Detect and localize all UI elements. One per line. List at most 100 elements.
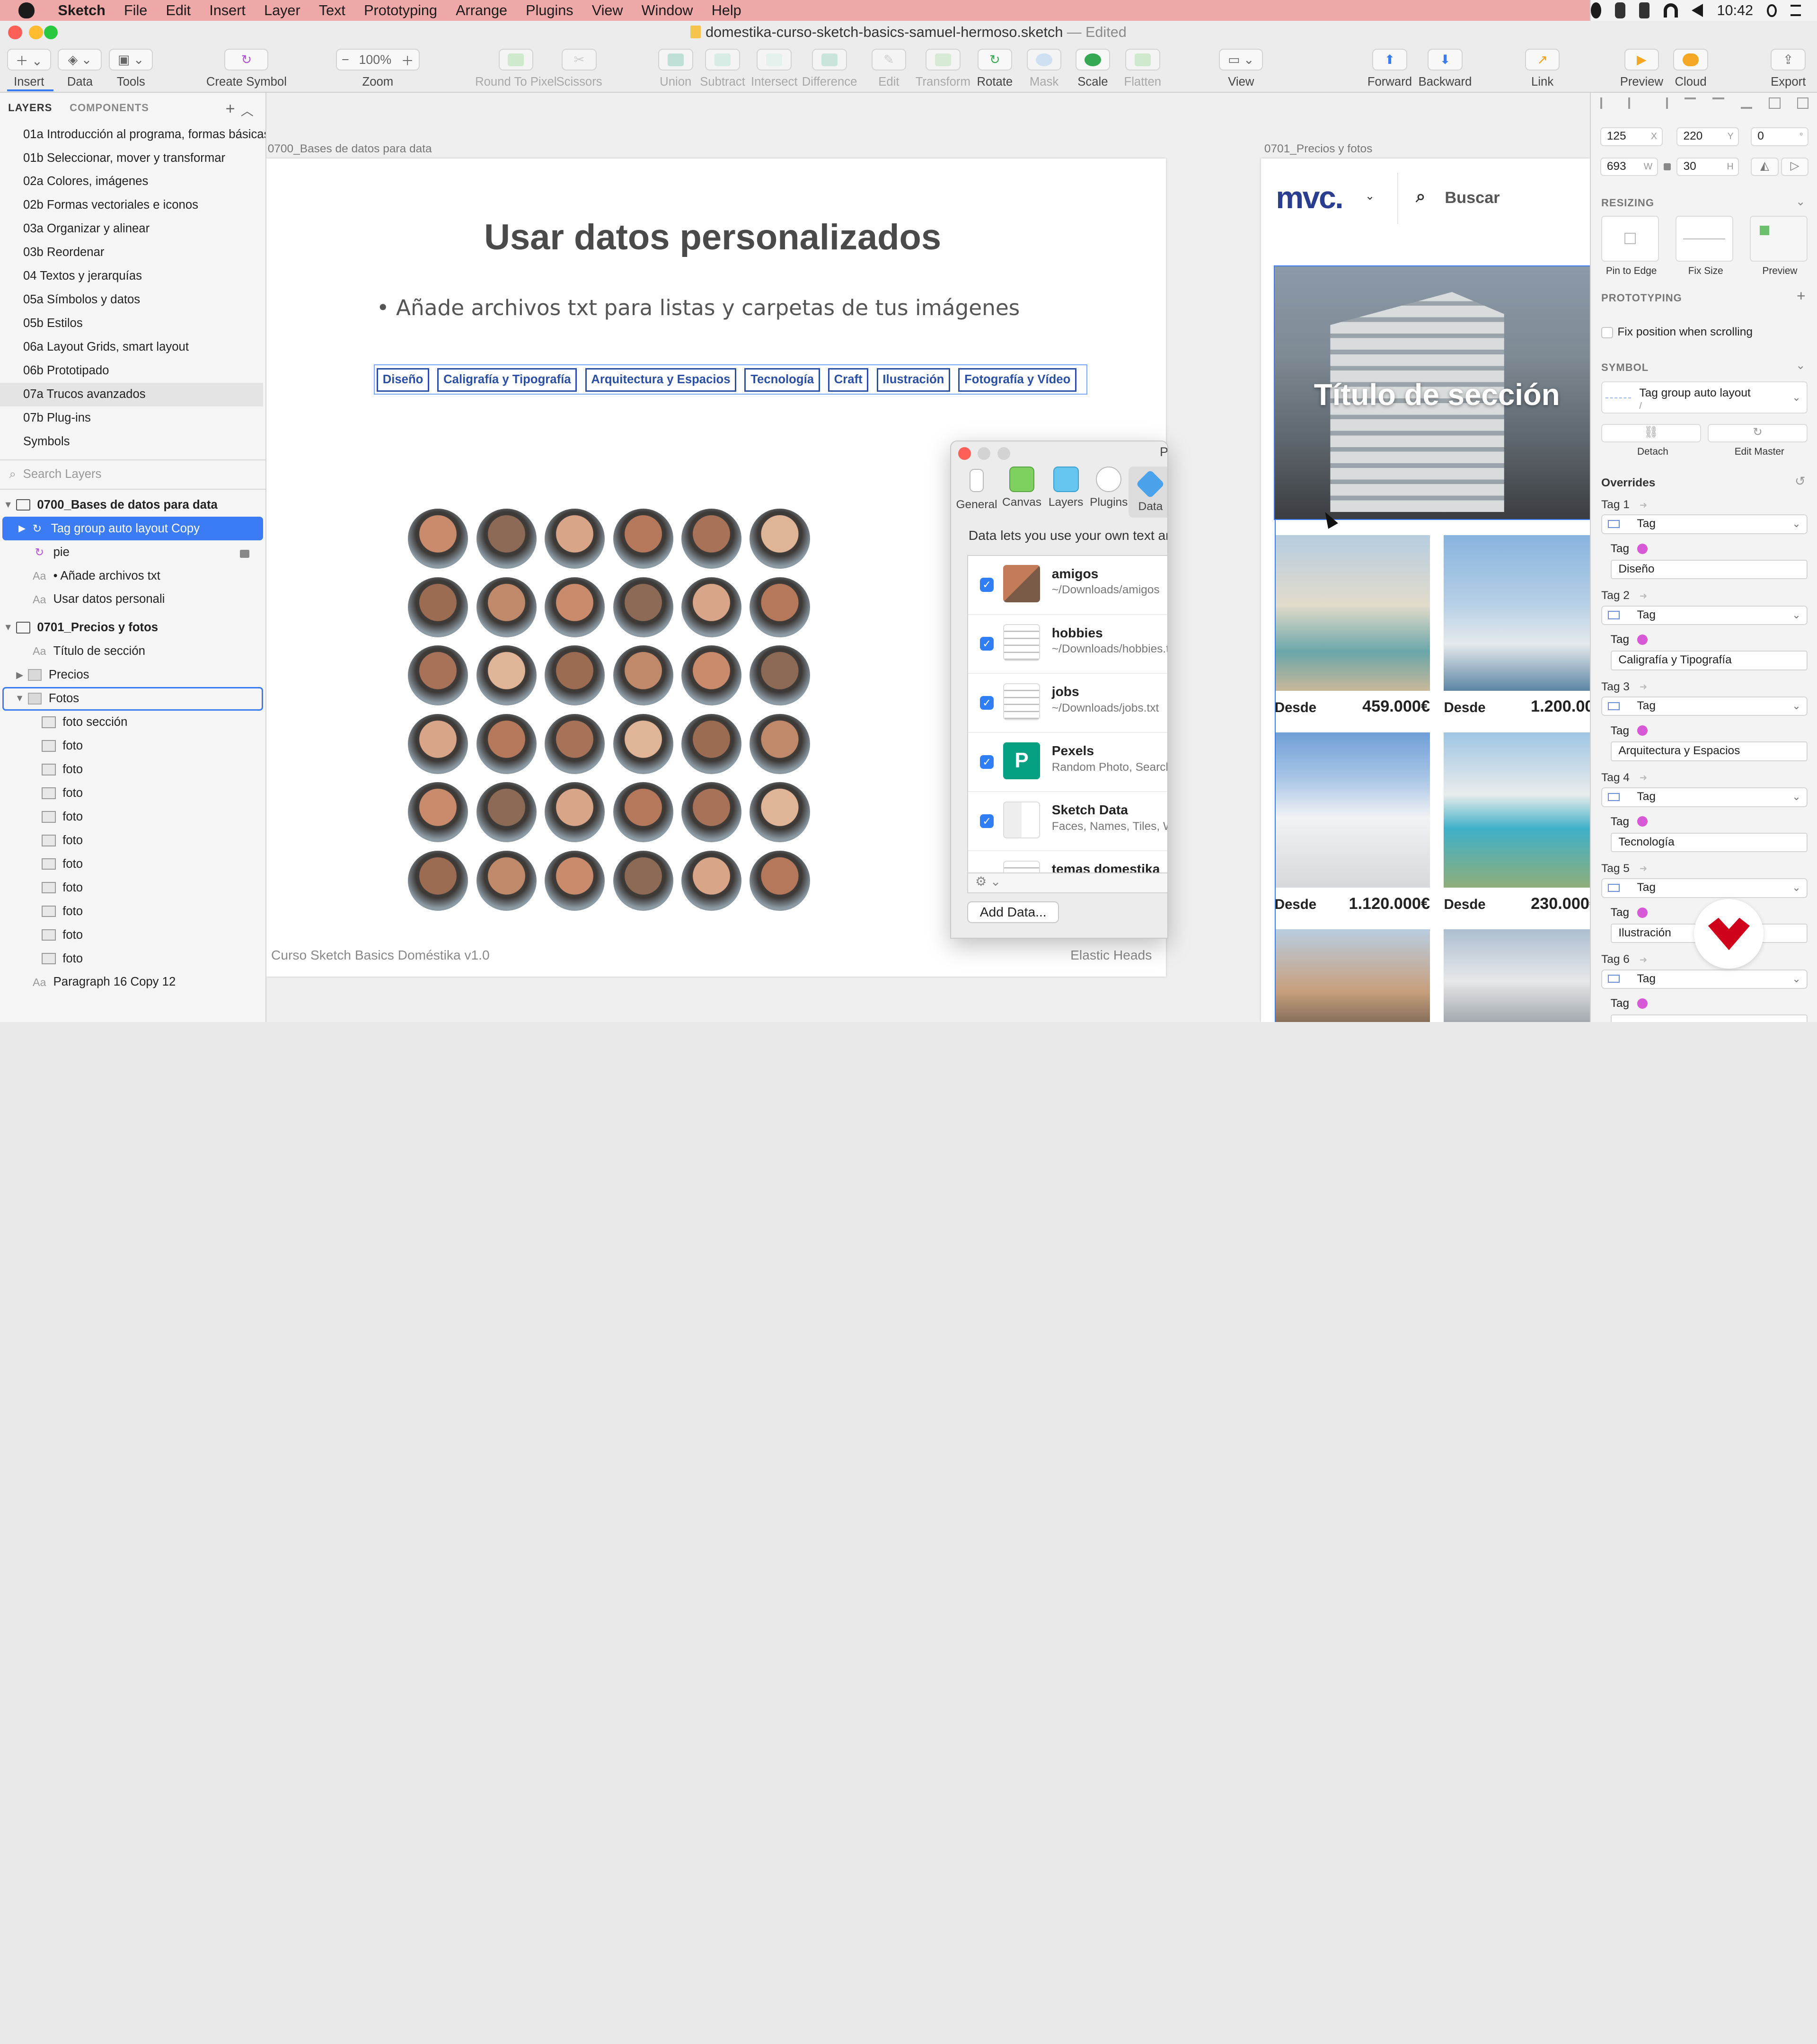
- enabled-checkbox[interactable]: ✓: [979, 814, 994, 828]
- avatar[interactable]: [408, 782, 468, 843]
- avatar[interactable]: [613, 645, 673, 706]
- avatar[interactable]: [681, 850, 742, 911]
- property-card[interactable]: Desde 1.120.000€: [1274, 732, 1430, 918]
- avatar[interactable]: [750, 714, 810, 774]
- edit-tool[interactable]: ✎ Edit: [871, 48, 907, 89]
- close-window-button[interactable]: [8, 25, 22, 40]
- flip-vertical-icon[interactable]: ▷: [1781, 158, 1809, 176]
- property-photo[interactable]: [1274, 929, 1430, 1022]
- avatar[interactable]: [476, 577, 537, 637]
- scissors-tool[interactable]: ✂ Scissors: [556, 48, 602, 89]
- page-item[interactable]: 05a Símbolos y datos: [0, 288, 265, 312]
- chevron-down-icon[interactable]: ⌄: [1365, 189, 1375, 203]
- height-field[interactable]: 30 H: [1676, 158, 1739, 176]
- artboard-heading[interactable]: Usar datos personalizados: [266, 217, 1159, 258]
- avatar[interactable]: [408, 645, 468, 706]
- avatar[interactable]: [476, 782, 537, 843]
- layer-row[interactable]: Aa Usar datos personali: [0, 588, 265, 611]
- cloud-tool[interactable]: Cloud: [1673, 48, 1708, 89]
- dialog-close-button[interactable]: [958, 447, 971, 460]
- layer-search[interactable]: ⌕ Search Layers: [0, 459, 266, 490]
- footer-right[interactable]: Elastic Heads: [1070, 948, 1152, 963]
- layer-row[interactable]: foto: [0, 828, 265, 852]
- tab-components[interactable]: COMPONENTS: [70, 102, 149, 114]
- flatten-tool[interactable]: Flatten: [1124, 48, 1161, 89]
- disclosure-open-icon[interactable]: ▼: [11, 693, 27, 704]
- align-right-icon[interactable]: [1657, 97, 1668, 109]
- data-list[interactable]: ✓ amigos ~/Downloads/amigos ✓ hobbies ~/Down…: [967, 555, 1167, 891]
- tag-chip[interactable]: Fotografía y Vídeo: [958, 368, 1077, 392]
- resizing-header[interactable]: RESIZING: [1601, 197, 1654, 209]
- menu-edit[interactable]: Edit: [157, 2, 200, 19]
- dialog-minimize-button[interactable]: [978, 447, 991, 460]
- layer-row[interactable]: ▶ Precios: [0, 663, 265, 687]
- avatar[interactable]: [613, 782, 673, 843]
- enabled-checkbox[interactable]: ✓: [979, 578, 994, 592]
- add-page-icon[interactable]: +: [226, 100, 236, 118]
- page-item[interactable]: 02a Colores, imágenes: [0, 170, 265, 194]
- menu-text[interactable]: Text: [309, 2, 354, 19]
- preview-tool[interactable]: ▶ Preview: [1620, 48, 1663, 89]
- volume-icon[interactable]: [1692, 4, 1703, 18]
- view-tool[interactable]: ▭ ⌄ View: [1219, 48, 1263, 89]
- page-item[interactable]: 04 Textos y jerarquías: [0, 264, 265, 288]
- artboard-label[interactable]: 0700_Bases de datos para data: [268, 142, 432, 156]
- avatar[interactable]: [750, 577, 810, 637]
- page-item[interactable]: 01b Seleccionar, mover y transformar: [0, 147, 265, 170]
- avatar[interactable]: [613, 577, 673, 637]
- intersect-tool[interactable]: Intersect: [751, 48, 798, 89]
- width-field[interactable]: 693 W: [1600, 158, 1658, 176]
- page-item[interactable]: 01a Introducción al programa, formas bás…: [0, 123, 265, 147]
- prototyping-header[interactable]: PROTOTYPING: [1601, 292, 1682, 304]
- data-source-item[interactable]: ✓ amigos ~/Downloads/amigos: [968, 556, 1167, 615]
- pref-tab-canvas[interactable]: Canvas: [1000, 467, 1044, 509]
- artboard-row[interactable]: ▼ 0700_Bases de datos para data: [0, 493, 265, 517]
- mvc-logo[interactable]: mvc.: [1276, 180, 1343, 216]
- avatar[interactable]: [408, 509, 468, 569]
- insert-tool[interactable]: ＋ ⌄ Insert: [7, 48, 51, 89]
- data-source-item[interactable]: ✓ hobbies ~/Downloads/hobbies.t: [968, 615, 1167, 674]
- disclosure-open-icon[interactable]: ▼: [0, 500, 16, 511]
- data-source-item[interactable]: ✓ Sketch Data Faces, Names, Tiles, W: [968, 792, 1167, 852]
- y-field[interactable]: 220 Y: [1676, 127, 1739, 146]
- avatar[interactable]: [613, 714, 673, 774]
- override-symbol-select[interactable]: Tag ⌄: [1601, 878, 1808, 898]
- avatar[interactable]: [681, 714, 742, 774]
- menu-window[interactable]: Window: [632, 2, 702, 19]
- gear-icon[interactable]: ⚙ ⌄: [975, 874, 1001, 889]
- add-data-button[interactable]: Add Data...: [967, 901, 1059, 924]
- link-tool[interactable]: ↗ Link: [1525, 48, 1560, 89]
- data-source-item[interactable]: ✓ P Pexels Random Photo, Search: [968, 733, 1167, 793]
- tag-chip[interactable]: Caligrafía y Tipografía: [437, 368, 577, 392]
- property-card[interactable]: Desde 459.000€: [1274, 535, 1430, 721]
- enabled-checkbox[interactable]: ✓: [979, 637, 994, 651]
- minimize-window-button[interactable]: [29, 25, 43, 40]
- align-left-icon[interactable]: [1600, 97, 1612, 109]
- bug-icon[interactable]: [1615, 2, 1626, 19]
- layer-row[interactable]: foto: [0, 876, 265, 899]
- transform-tool[interactable]: Transform: [916, 48, 970, 89]
- fix-scroll-checkbox[interactable]: [1601, 326, 1613, 339]
- round-to-pixel-tool[interactable]: Round To Pixel: [475, 48, 557, 89]
- avatar-grid[interactable]: [408, 509, 825, 926]
- page-item[interactable]: 06b Prototipado: [0, 359, 265, 383]
- avatar[interactable]: [476, 509, 537, 569]
- avatar[interactable]: [476, 850, 537, 911]
- grid-icon[interactable]: [1639, 2, 1650, 19]
- record-icon[interactable]: [1591, 2, 1601, 19]
- collapse-pages-icon[interactable]: ︿: [241, 101, 254, 119]
- override-text-field[interactable]: Diseño: [1610, 559, 1808, 580]
- override-text-field[interactable]: Arquitectura y Espacios: [1610, 741, 1808, 761]
- hero-image[interactable]: Título de sección: [1273, 265, 1590, 520]
- menu-view[interactable]: View: [582, 2, 632, 19]
- menu-arrange[interactable]: Arrange: [447, 2, 517, 19]
- pref-tab-layers[interactable]: Layers: [1044, 467, 1088, 509]
- menu-app-name[interactable]: Sketch: [49, 2, 115, 19]
- layer-row[interactable]: Aa • Añade archivos txt: [0, 564, 265, 588]
- menu-file[interactable]: File: [115, 2, 156, 19]
- zoom-in-icon[interactable]: ＋: [401, 51, 414, 69]
- lock-ratio-icon[interactable]: [1664, 163, 1671, 170]
- avatar[interactable]: [681, 509, 742, 569]
- flip-horizontal-icon[interactable]: ◭: [1750, 158, 1779, 176]
- override-symbol-select[interactable]: Tag ⌄: [1601, 696, 1808, 716]
